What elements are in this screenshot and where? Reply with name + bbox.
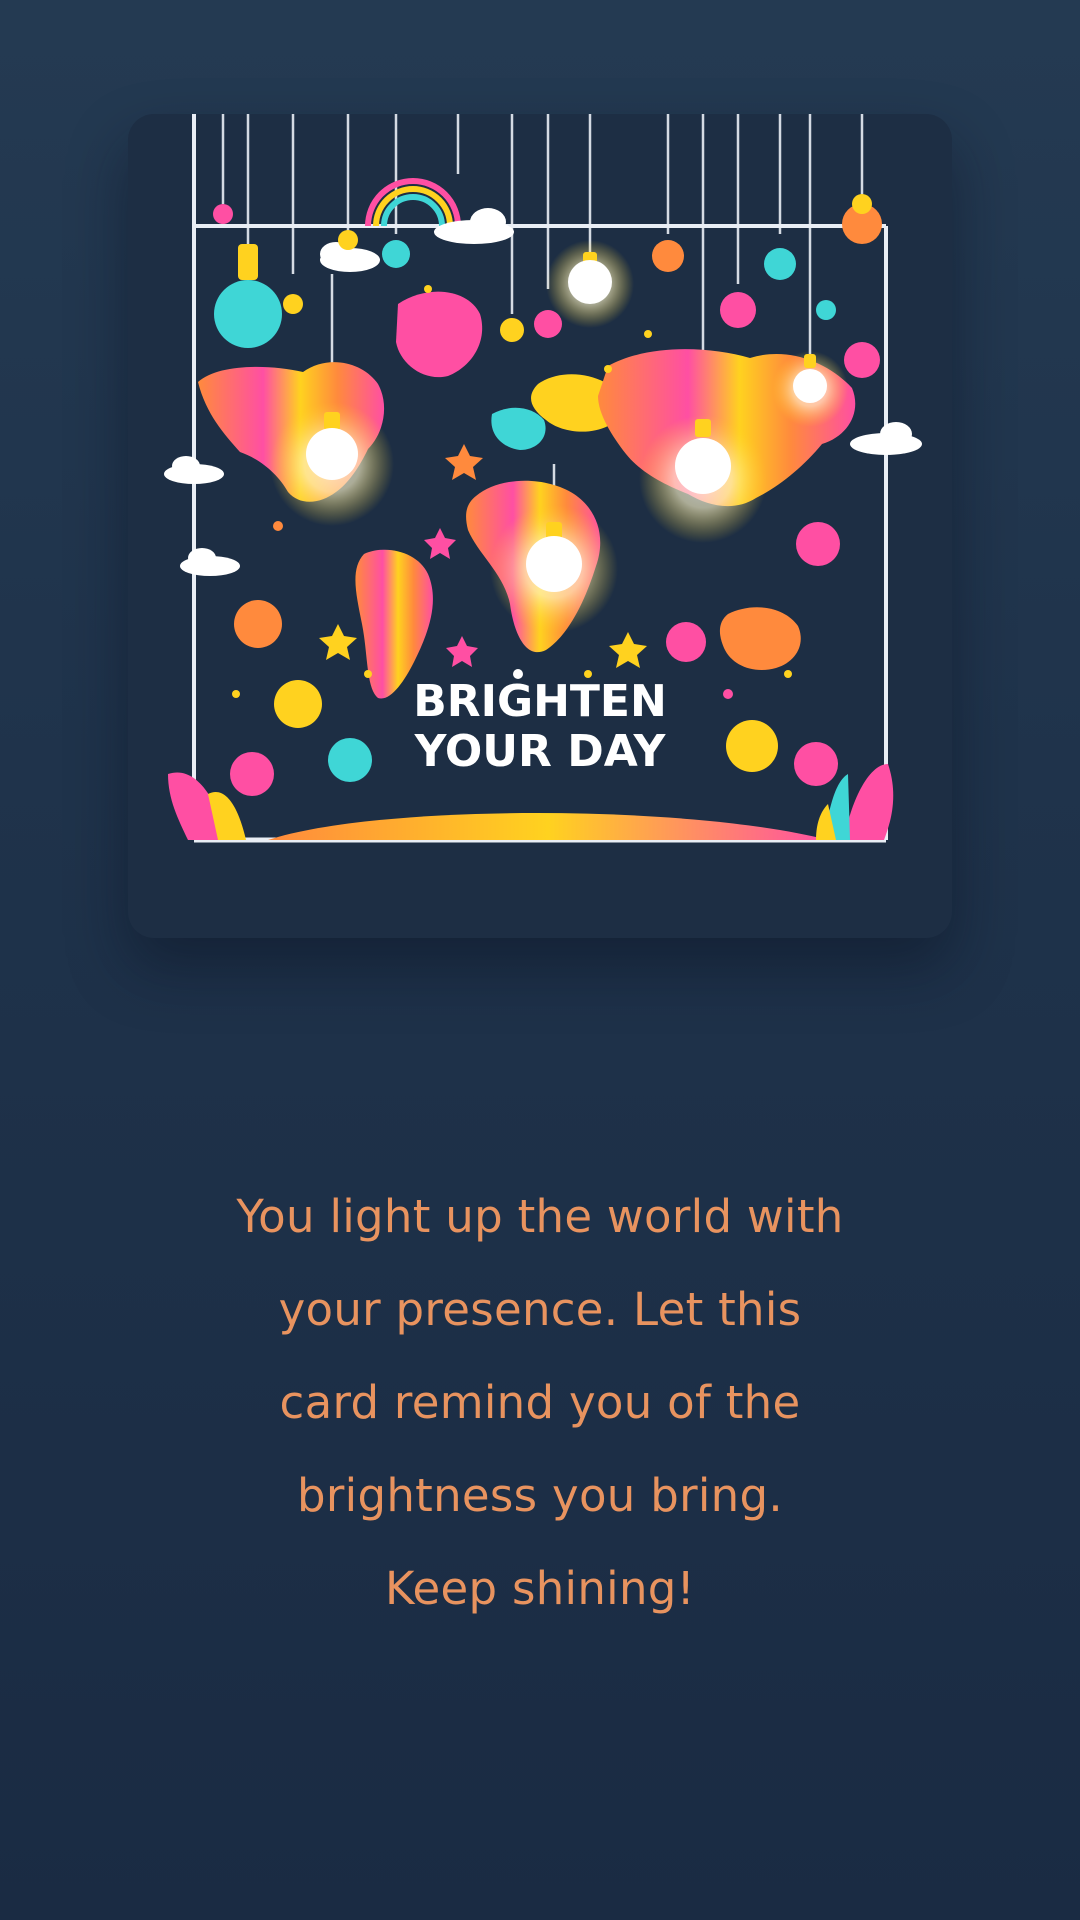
message-line: brightness you bring. bbox=[297, 1469, 783, 1522]
message-line: your presence. Let this bbox=[278, 1283, 802, 1336]
world-map-lightbulbs-illustration: BRIGHTEN YOUR DAY bbox=[164, 114, 922, 843]
message-line: Keep shining! bbox=[384, 1562, 696, 1615]
message-line: card remind you of the bbox=[279, 1376, 801, 1429]
message-line: You light up the world with bbox=[236, 1190, 844, 1243]
image-title-line-2: YOUR DAY bbox=[414, 726, 667, 777]
greeting-card-image: BRIGHTEN YOUR DAY bbox=[128, 114, 952, 938]
card-message: You light up the world with your presenc… bbox=[190, 1170, 890, 1635]
image-title-line-1: BRIGHTEN bbox=[413, 676, 667, 727]
